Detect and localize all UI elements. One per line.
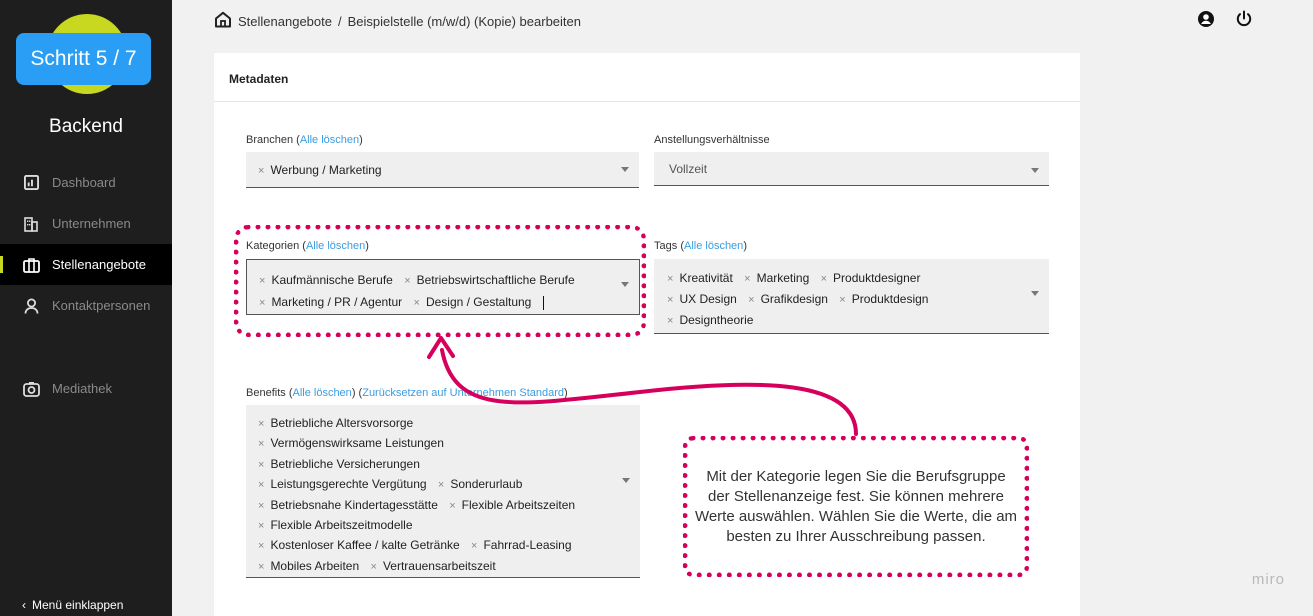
annotation-arrow [427,336,858,436]
callout-text: Mit der Kategorie legen Sie die Berufsgr… [694,467,1018,545]
miro-watermark: miro [1251,571,1285,588]
annotation-callout: Mit der Kategorie legen Sie die Berufsgr… [683,436,1029,577]
